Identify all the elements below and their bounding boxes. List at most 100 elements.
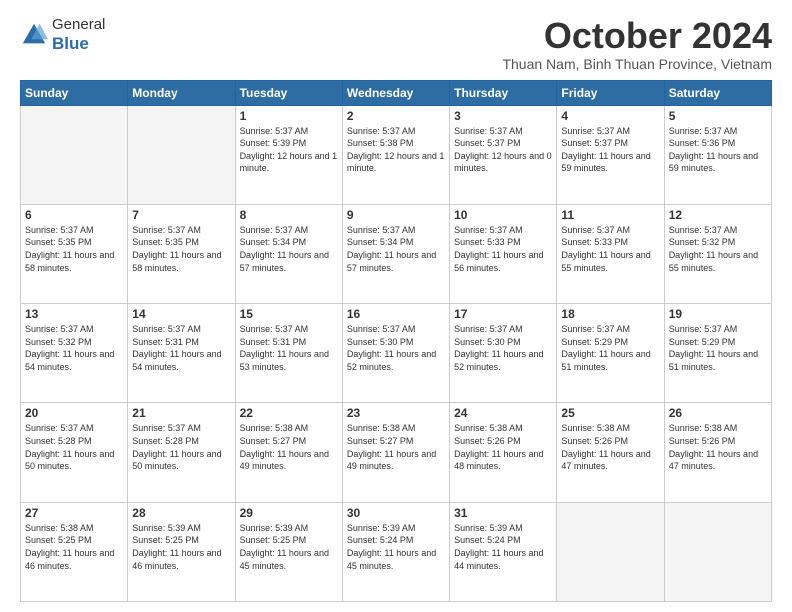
day-detail: Sunrise: 5:39 AMSunset: 5:25 PMDaylight:… — [240, 522, 338, 572]
day-detail: Sunrise: 5:37 AMSunset: 5:30 PMDaylight:… — [347, 323, 445, 373]
table-row: 19Sunrise: 5:37 AMSunset: 5:29 PMDayligh… — [664, 304, 771, 403]
day-number: 15 — [240, 307, 338, 321]
day-detail: Sunrise: 5:37 AMSunset: 5:32 PMDaylight:… — [25, 323, 123, 373]
day-number: 5 — [669, 109, 767, 123]
table-row: 22 Sunrise: 5:38 AMSunset: 5:27 PMDayligh… — [235, 403, 342, 502]
table-row: 5 Sunrise: 5:37 AMSunset: 5:36 PMDaylight… — [664, 105, 771, 204]
month-title: October 2024 — [502, 16, 772, 56]
day-number: 24 — [454, 406, 552, 420]
table-row: 17 Sunrise: 5:37 AMSunset: 5:30 PMDayligh… — [450, 304, 557, 403]
day-number: 14 — [132, 307, 230, 321]
day-detail: Sunrise: 5:38 AMSunset: 5:26 PMDaylight:… — [454, 422, 552, 472]
header: General Blue October 2024 Thuan Nam, Bin… — [20, 16, 772, 72]
table-row: 4Sunrise: 5:37 AMSunset: 5:37 PMDaylight… — [557, 105, 664, 204]
day-detail: Sunrise: 5:38 AMSunset: 5:26 PMDaylight:… — [561, 422, 659, 472]
day-number: 10 — [454, 208, 552, 222]
day-detail: Sunrise: 5:38 AMSunset: 5:25 PMDaylight:… — [25, 522, 123, 572]
day-number: 4 — [561, 109, 659, 123]
day-detail: Sunrise: 5:37 AMSunset: 5:31 PMDaylight:… — [132, 323, 230, 373]
calendar-week-row: 27Sunrise: 5:38 AMSunset: 5:25 PMDayligh… — [21, 502, 772, 601]
col-saturday: Saturday — [664, 80, 771, 105]
day-number: 8 — [240, 208, 338, 222]
day-detail: Sunrise: 5:37 AMSunset: 5:31 PMDaylight:… — [240, 323, 338, 373]
table-row: 11 Sunrise: 5:37 AMSunset: 5:33 PMDayligh… — [557, 204, 664, 303]
day-detail: Sunrise: 5:37 AMSunset: 5:34 PMDaylight:… — [240, 224, 338, 274]
table-row: 14 Sunrise: 5:37 AMSunset: 5:31 PMDayligh… — [128, 304, 235, 403]
table-row: 24 Sunrise: 5:38 AMSunset: 5:26 PMDayligh… — [450, 403, 557, 502]
table-row: 13 Sunrise: 5:37 AMSunset: 5:32 PMDayligh… — [21, 304, 128, 403]
day-detail: Sunrise: 5:38 AMSunset: 5:27 PMDaylight:… — [240, 422, 338, 472]
day-detail: Sunrise: 5:37 AMSunset: 5:30 PMDaylight:… — [454, 323, 552, 373]
location-subtitle: Thuan Nam, Binh Thuan Province, Vietnam — [502, 56, 772, 72]
table-row: 21 Sunrise: 5:37 AMSunset: 5:28 PMDayligh… — [128, 403, 235, 502]
table-row: 15 Sunrise: 5:37 AMSunset: 5:31 PMDayligh… — [235, 304, 342, 403]
day-detail: Sunrise: 5:37 AMSunset: 5:33 PMDaylight:… — [454, 224, 552, 274]
table-row: 8 Sunrise: 5:37 AMSunset: 5:34 PMDaylight… — [235, 204, 342, 303]
day-detail: Sunrise: 5:37 AMSunset: 5:39 PMDaylight:… — [240, 125, 338, 175]
day-detail: Sunrise: 5:39 AMSunset: 5:25 PMDaylight:… — [132, 522, 230, 572]
table-row: 7Sunrise: 5:37 AMSunset: 5:35 PMDaylight… — [128, 204, 235, 303]
calendar-week-row: 1Sunrise: 5:37 AMSunset: 5:39 PMDaylight… — [21, 105, 772, 204]
table-row: 25 Sunrise: 5:38 AMSunset: 5:26 PMDayligh… — [557, 403, 664, 502]
day-detail: Sunrise: 5:37 AMSunset: 5:36 PMDaylight:… — [669, 125, 767, 175]
table-row: 31 Sunrise: 5:39 AMSunset: 5:24 PMDayligh… — [450, 502, 557, 601]
calendar-week-row: 6 Sunrise: 5:37 AMSunset: 5:35 PMDaylight… — [21, 204, 772, 303]
calendar-table: Sunday Monday Tuesday Wednesday Thursday… — [20, 80, 772, 602]
logo: General Blue — [20, 16, 105, 54]
logo-text: General Blue — [52, 16, 105, 54]
table-row: 3Sunrise: 5:37 AMSunset: 5:37 PMDaylight… — [450, 105, 557, 204]
day-detail: Sunrise: 5:37 AMSunset: 5:35 PMDaylight:… — [25, 224, 123, 274]
day-number: 16 — [347, 307, 445, 321]
table-row: 20Sunrise: 5:37 AMSunset: 5:28 PMDayligh… — [21, 403, 128, 502]
table-row: 18 Sunrise: 5:37 AMSunset: 5:29 PMDayligh… — [557, 304, 664, 403]
col-tuesday: Tuesday — [235, 80, 342, 105]
day-number: 6 — [25, 208, 123, 222]
logo-general: General — [52, 16, 105, 34]
day-detail: Sunrise: 5:37 AMSunset: 5:35 PMDaylight:… — [132, 224, 230, 274]
day-number: 25 — [561, 406, 659, 420]
day-detail: Sunrise: 5:39 AMSunset: 5:24 PMDaylight:… — [454, 522, 552, 572]
col-wednesday: Wednesday — [342, 80, 449, 105]
col-sunday: Sunday — [21, 80, 128, 105]
day-detail: Sunrise: 5:37 AMSunset: 5:28 PMDaylight:… — [132, 422, 230, 472]
day-detail: Sunrise: 5:37 AMSunset: 5:33 PMDaylight:… — [561, 224, 659, 274]
day-number: 22 — [240, 406, 338, 420]
day-number: 13 — [25, 307, 123, 321]
day-number: 3 — [454, 109, 552, 123]
calendar-week-row: 20 Sunrise: 5:37 AMSunset: 5:28 PMDayligh… — [21, 403, 772, 502]
day-detail: Sunrise: 5:38 AMSunset: 5:26 PMDaylight:… — [669, 422, 767, 472]
table-row: 27Sunrise: 5:38 AMSunset: 5:25 PMDayligh… — [21, 502, 128, 601]
day-detail: Sunrise: 5:37 AMSunset: 5:29 PMDaylight:… — [669, 323, 767, 373]
table-row: 12Sunrise: 5:37 AMSunset: 5:32 PMDayligh… — [664, 204, 771, 303]
day-number: 30 — [347, 506, 445, 520]
day-detail: Sunrise: 5:38 AMSunset: 5:27 PMDaylight:… — [347, 422, 445, 472]
col-monday: Monday — [128, 80, 235, 105]
day-number: 21 — [132, 406, 230, 420]
day-detail: Sunrise: 5:37 AMSunset: 5:38 PMDaylight:… — [347, 125, 445, 175]
table-row — [664, 502, 771, 601]
col-friday: Friday — [557, 80, 664, 105]
day-number: 31 — [454, 506, 552, 520]
table-row: 30 Sunrise: 5:39 AMSunset: 5:24 PMDayligh… — [342, 502, 449, 601]
table-row: 2 Sunrise: 5:37 AMSunset: 5:38 PMDaylight… — [342, 105, 449, 204]
table-row: 9Sunrise: 5:37 AMSunset: 5:34 PMDaylight… — [342, 204, 449, 303]
table-row: 16 Sunrise: 5:37 AMSunset: 5:30 PMDayligh… — [342, 304, 449, 403]
table-row: 28 Sunrise: 5:39 AMSunset: 5:25 PMDayligh… — [128, 502, 235, 601]
logo-blue: Blue — [52, 34, 105, 54]
day-number: 17 — [454, 307, 552, 321]
calendar-header-row: Sunday Monday Tuesday Wednesday Thursday… — [21, 80, 772, 105]
day-number: 20 — [25, 406, 123, 420]
title-section: October 2024 Thuan Nam, Binh Thuan Provi… — [502, 16, 772, 72]
day-number: 18 — [561, 307, 659, 321]
day-detail: Sunrise: 5:37 AMSunset: 5:29 PMDaylight:… — [561, 323, 659, 373]
day-number: 28 — [132, 506, 230, 520]
day-number: 2 — [347, 109, 445, 123]
calendar-week-row: 13 Sunrise: 5:37 AMSunset: 5:32 PMDayligh… — [21, 304, 772, 403]
table-row: 10 Sunrise: 5:37 AMSunset: 5:33 PMDayligh… — [450, 204, 557, 303]
day-number: 11 — [561, 208, 659, 222]
day-number: 23 — [347, 406, 445, 420]
page: General Blue October 2024 Thuan Nam, Bin… — [0, 0, 792, 612]
table-row — [557, 502, 664, 601]
table-row — [21, 105, 128, 204]
day-detail: Sunrise: 5:39 AMSunset: 5:24 PMDaylight:… — [347, 522, 445, 572]
